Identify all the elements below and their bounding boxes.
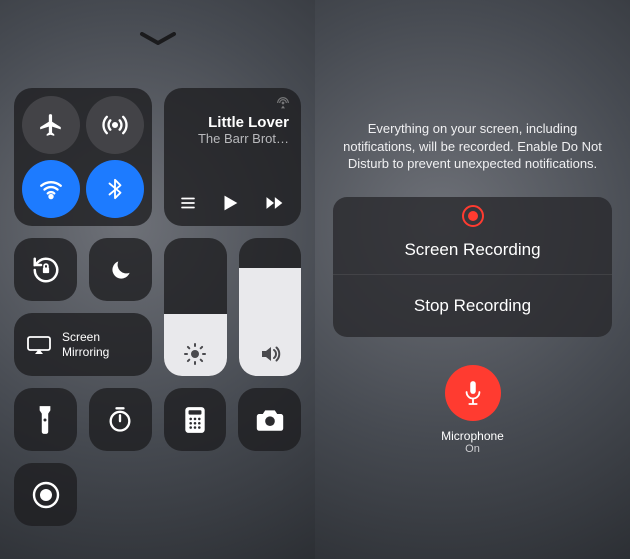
connectivity-tile[interactable] (14, 88, 152, 226)
chevron-down-icon[interactable] (138, 32, 178, 46)
bluetooth-icon (104, 176, 126, 202)
flashlight-button[interactable] (14, 388, 77, 451)
timer-button[interactable] (89, 388, 152, 451)
flashlight-icon (36, 405, 54, 435)
microphone-icon (462, 379, 484, 407)
volume-slider[interactable] (239, 238, 302, 376)
airplane-mode-button[interactable] (22, 96, 80, 154)
airplane-icon (38, 112, 64, 138)
microphone-toggle[interactable] (445, 365, 501, 421)
microphone-label: Microphone (333, 429, 612, 443)
screen-mirroring-button[interactable]: Screen Mirroring (14, 313, 152, 376)
cellular-data-button[interactable] (86, 96, 144, 154)
now-playing-artist: The Barr Brot… (176, 131, 289, 146)
stop-recording-label: Stop Recording (414, 296, 531, 316)
record-icon (31, 480, 61, 510)
calculator-icon (184, 406, 206, 434)
wifi-icon (38, 176, 64, 202)
forward-icon[interactable] (261, 193, 287, 213)
screen-mirroring-icon (26, 335, 52, 355)
brightness-slider[interactable] (164, 238, 227, 376)
record-indicator-icon (462, 205, 484, 227)
calculator-button[interactable] (164, 388, 227, 451)
volume-icon (257, 342, 283, 366)
screen-recording-option[interactable]: Screen Recording (333, 197, 612, 275)
play-icon[interactable] (219, 192, 241, 214)
orientation-lock-button[interactable] (14, 238, 77, 301)
wifi-button[interactable] (22, 160, 80, 218)
orientation-lock-icon (31, 255, 61, 285)
now-playing-title: Little Lover (176, 114, 289, 131)
timer-icon (106, 406, 134, 434)
screen-record-button[interactable] (14, 463, 77, 526)
screen-recording-notice: Everything on your screen, including not… (339, 120, 606, 173)
screen-recording-label: Screen Recording (404, 240, 540, 260)
camera-icon (255, 408, 285, 432)
screen-recording-panel: Everything on your screen, including not… (315, 0, 630, 559)
do-not-disturb-button[interactable] (89, 238, 152, 301)
screen-recording-menu: Screen Recording Stop Recording (333, 197, 612, 337)
bluetooth-button[interactable] (86, 160, 144, 218)
brightness-icon (183, 342, 207, 366)
now-playing-tile[interactable]: Little Lover The Barr Brot… (164, 88, 301, 226)
camera-button[interactable] (238, 388, 301, 451)
control-center-panel: Little Lover The Barr Brot… (0, 0, 315, 559)
stop-recording-button[interactable]: Stop Recording (333, 275, 612, 337)
moon-icon (108, 257, 134, 283)
microphone-state: On (333, 443, 612, 455)
queue-icon[interactable] (178, 194, 198, 212)
cellular-icon (101, 111, 129, 139)
airplay-icon (275, 96, 291, 110)
screen-mirroring-label: Screen Mirroring (62, 330, 109, 359)
